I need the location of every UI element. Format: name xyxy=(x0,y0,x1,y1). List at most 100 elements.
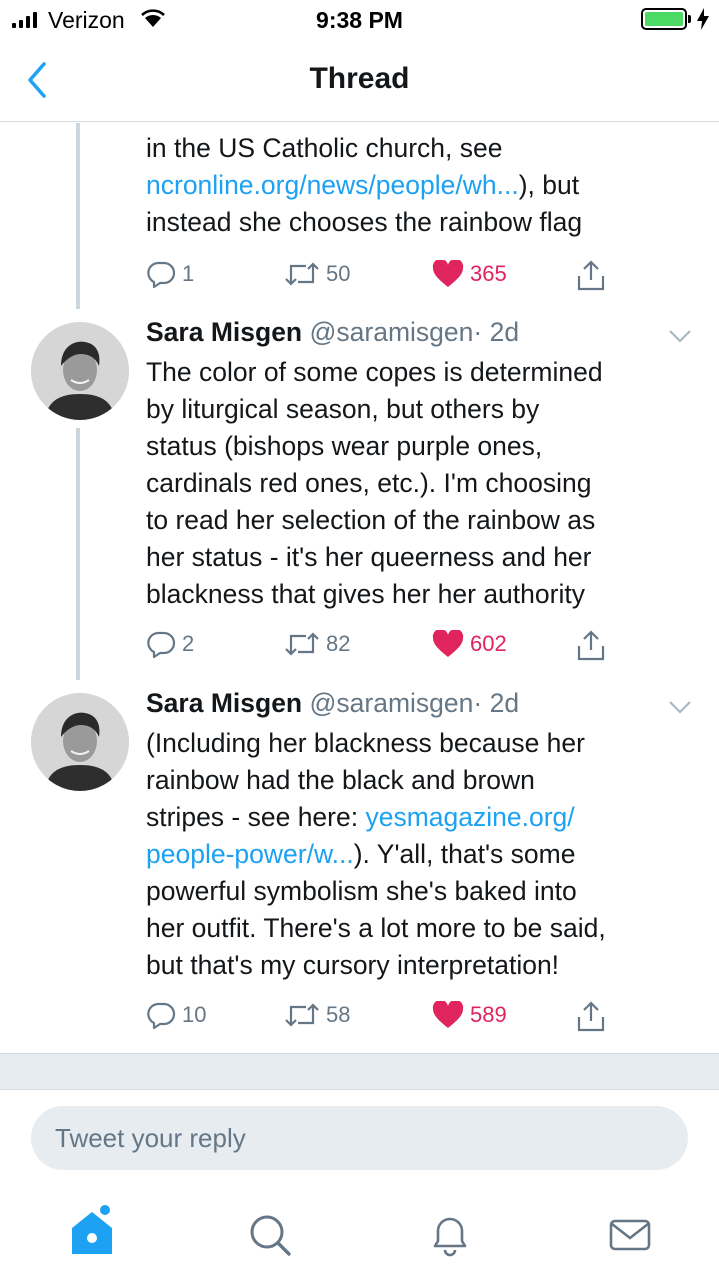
reply-icon xyxy=(146,630,176,658)
avatar[interactable] xyxy=(31,693,129,791)
tweet-text-line: by liturgical season, but others by xyxy=(146,391,706,428)
likes-count: 365 xyxy=(470,261,507,286)
tweet-text[interactable]: in the US Catholic church, see ncronline.… xyxy=(146,130,706,241)
reply-input[interactable]: Tweet your reply xyxy=(31,1106,688,1170)
tweet-text[interactable]: The color of some copes is determined by … xyxy=(146,354,706,613)
bell-icon[interactable] xyxy=(427,1212,473,1258)
tweet-text-segment: stripes - see here: xyxy=(146,802,366,832)
author-handle[interactable]: @saramisgen xyxy=(310,688,474,718)
status-bar: Verizon 9:38 PM xyxy=(0,0,719,40)
tweet-text-line: The color of some copes is determined xyxy=(146,354,706,391)
replies-count: 1 xyxy=(182,261,195,286)
tweet-link[interactable]: ncronline.org/news/people/wh... xyxy=(146,170,519,200)
tweet-text-segment: her status - it's her queerness and her xyxy=(146,542,592,572)
likes-count: 602 xyxy=(470,631,507,656)
retweet-icon xyxy=(284,260,320,288)
tweet-actions: 1 50 365 xyxy=(0,260,719,300)
reply-button[interactable]: 1 xyxy=(146,260,194,288)
tweet-time: · 2d xyxy=(473,688,520,718)
tab-bar xyxy=(0,1186,719,1280)
reply-button[interactable]: 2 xyxy=(146,630,194,658)
share-icon[interactable] xyxy=(576,1001,606,1038)
home-icon[interactable] xyxy=(67,1204,117,1258)
heart-icon xyxy=(432,260,464,288)
tweet-text-line: people-power/w...). Y'all, that's some xyxy=(146,836,706,873)
tweet-text-line: to read her selection of the rainbow as xyxy=(146,502,706,539)
tweet-text-segment: The color of some copes is determined xyxy=(146,357,603,387)
notification-dot xyxy=(100,1205,110,1215)
retweets-count: 58 xyxy=(326,1002,351,1027)
heart-icon xyxy=(432,630,464,658)
status-time: 9:38 PM xyxy=(316,7,403,33)
tweet-text-segment: to read her selection of the rainbow as xyxy=(146,505,596,535)
mail-icon[interactable] xyxy=(607,1212,653,1258)
tweet-actions: 10 58 589 xyxy=(0,1001,719,1041)
tweet-text-line: blackness that gives her her authority xyxy=(146,576,706,613)
like-button[interactable]: 589 xyxy=(432,1001,507,1029)
retweet-button[interactable]: 82 xyxy=(284,630,350,658)
share-icon[interactable] xyxy=(576,260,606,297)
tweet-text-segment: ). Y'all, that's some xyxy=(353,839,576,869)
search-icon[interactable] xyxy=(247,1212,293,1258)
tweet-text[interactable]: (Including her blackness because her rain… xyxy=(146,725,706,984)
tweet-text-segment: but that's my cursory interpretation! xyxy=(146,950,560,980)
tweet-text-line: instead she chooses the rainbow flag xyxy=(146,204,706,241)
tweet-text-line: rainbow had the black and brown xyxy=(146,762,706,799)
tweet-text-segment: instead she chooses the rainbow flag xyxy=(146,207,583,237)
tweet-link[interactable]: yesmagazine.org/ xyxy=(365,802,574,832)
nav-bar: Thread xyxy=(0,40,719,122)
chevron-down-icon[interactable] xyxy=(668,328,692,344)
reply-icon xyxy=(146,260,176,288)
author-name[interactable]: Sara Misgen xyxy=(146,688,302,718)
replies-count: 10 xyxy=(182,1002,207,1027)
tweet-text-line: her status - it's her queerness and her xyxy=(146,539,706,576)
tweet-text-line: ncronline.org/news/people/wh...), but xyxy=(146,167,706,204)
heart-icon xyxy=(432,1001,464,1029)
tweet-text-segment: her outfit. There's a lot more to be sai… xyxy=(146,913,606,943)
tweet-text-segment: blackness that gives her her authority xyxy=(146,579,585,609)
tweet-text-line: in the US Catholic church, see xyxy=(146,130,706,167)
retweet-button[interactable]: 50 xyxy=(284,260,350,288)
tweet-text-line: but that's my cursory interpretation! xyxy=(146,947,706,984)
tweet-text-line: status (bishops wear purple ones, xyxy=(146,428,706,465)
share-icon[interactable] xyxy=(576,630,606,667)
tweet-text-segment: ), but xyxy=(518,170,580,200)
retweet-icon xyxy=(284,630,320,658)
charging-bolt-icon xyxy=(697,8,709,30)
tweet-text-line: powerful symbolism she's baked into xyxy=(146,873,706,910)
tweet-text-segment: in the US Catholic church, see xyxy=(146,133,503,163)
chevron-down-icon[interactable] xyxy=(668,699,692,715)
battery-tip xyxy=(688,15,691,23)
section-divider xyxy=(0,1053,719,1090)
like-button[interactable]: 365 xyxy=(432,260,507,288)
retweets-count: 50 xyxy=(326,261,351,286)
tweet-time: · 2d xyxy=(473,317,520,347)
avatar[interactable] xyxy=(31,322,129,420)
tweet-text-line: her outfit. There's a lot more to be sai… xyxy=(146,910,706,947)
tweet-text-line: stripes - see here: yesmagazine.org/ xyxy=(146,799,706,836)
tweet-text-segment: cardinals red ones, etc.). I'm choosing xyxy=(146,468,592,498)
author-name[interactable]: Sara Misgen xyxy=(146,317,302,347)
tweet-text-segment: powerful symbolism she's baked into xyxy=(146,876,577,906)
tweet-text-line: (Including her blackness because her xyxy=(146,725,706,762)
battery-icon xyxy=(641,8,687,30)
retweet-icon xyxy=(284,1001,320,1029)
tweet-text-line: cardinals red ones, etc.). I'm choosing xyxy=(146,465,706,502)
replies-count: 2 xyxy=(182,631,195,656)
page-title: Thread xyxy=(309,62,410,95)
like-button[interactable]: 602 xyxy=(432,630,507,658)
reply-icon xyxy=(146,1001,176,1029)
reply-button[interactable]: 10 xyxy=(146,1001,206,1029)
tweet-text-segment: status (bishops wear purple ones, xyxy=(146,431,543,461)
tweet-text-segment: by liturgical season, but others by xyxy=(146,394,540,424)
retweets-count: 82 xyxy=(326,631,351,656)
tweet-header: Sara Misgen @saramisgen· 2d xyxy=(146,317,519,348)
tweet-link[interactable]: people-power/w... xyxy=(146,839,354,869)
likes-count: 589 xyxy=(470,1002,507,1027)
retweet-button[interactable]: 58 xyxy=(284,1001,350,1029)
tweet-text-segment: rainbow had the black and brown xyxy=(146,765,535,795)
tweet-header: Sara Misgen @saramisgen· 2d xyxy=(146,688,519,719)
author-handle[interactable]: @saramisgen xyxy=(310,317,474,347)
reply-placeholder: Tweet your reply xyxy=(55,1122,246,1153)
tweet-text-segment: (Including her blackness because her xyxy=(146,728,585,758)
